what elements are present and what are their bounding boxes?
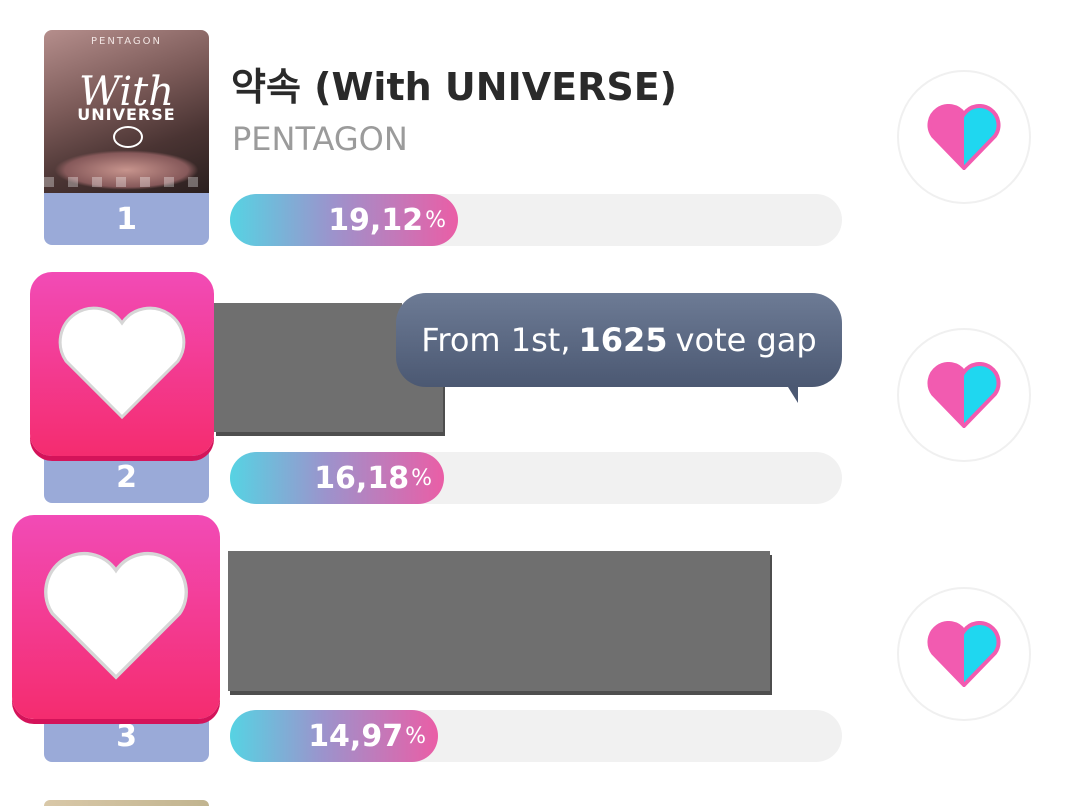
tooltip-tail: [778, 387, 798, 403]
vote-percent-fill: 14,97%: [230, 710, 438, 762]
vote-percent-value: 19,12: [328, 202, 424, 238]
next-row-thumbnail: [44, 800, 209, 806]
vote-percent-fill: 16,18%: [230, 452, 444, 504]
hidden-info-block: [228, 551, 770, 691]
pink-heart-tile: [12, 515, 220, 719]
percent-sign: %: [405, 723, 426, 749]
hidden-title-block: [214, 303, 402, 367]
tooltip-suffix: vote gap: [675, 321, 817, 359]
song-title: 약속 (With UNIVERSE): [231, 65, 678, 109]
vote-percent-bar: 19,12%: [230, 194, 842, 246]
tooltip-prefix: From 1st,: [421, 321, 571, 359]
heart-icon: [927, 621, 1001, 687]
cover-subtitle: UNIVERSE: [77, 105, 176, 124]
tooltip-gap-value: 1625: [578, 321, 668, 359]
heart-icon: [58, 306, 186, 420]
rank-badge: 2: [44, 451, 209, 503]
heart-icon: [927, 362, 1001, 428]
vote-percent-value: 14,97: [308, 718, 404, 754]
percent-sign: %: [411, 465, 432, 491]
pink-heart-tile: [30, 272, 214, 456]
vote-button[interactable]: [897, 587, 1031, 721]
cover-fineprint: [44, 177, 209, 187]
rank-badge: 1: [44, 193, 209, 245]
artist-name: PENTAGON: [232, 120, 408, 158]
cover-logo-icon: [113, 126, 143, 148]
vote-percent-bar: 14,97%: [230, 710, 842, 762]
vote-percent-value: 16,18: [314, 460, 410, 496]
heart-icon: [927, 104, 1001, 170]
cover-brand: PENTAGON: [91, 36, 162, 47]
vote-gap-tooltip: From 1st, 1625 vote gap: [396, 293, 842, 403]
vote-button[interactable]: [897, 328, 1031, 462]
vote-percent-fill: 19,12%: [230, 194, 458, 246]
heart-icon: [44, 551, 188, 680]
vote-percent-bar: 16,18%: [230, 452, 842, 504]
album-cover[interactable]: PENTAGON With UNIVERSE: [44, 30, 209, 193]
percent-sign: %: [425, 207, 446, 233]
vote-button[interactable]: [897, 70, 1031, 204]
